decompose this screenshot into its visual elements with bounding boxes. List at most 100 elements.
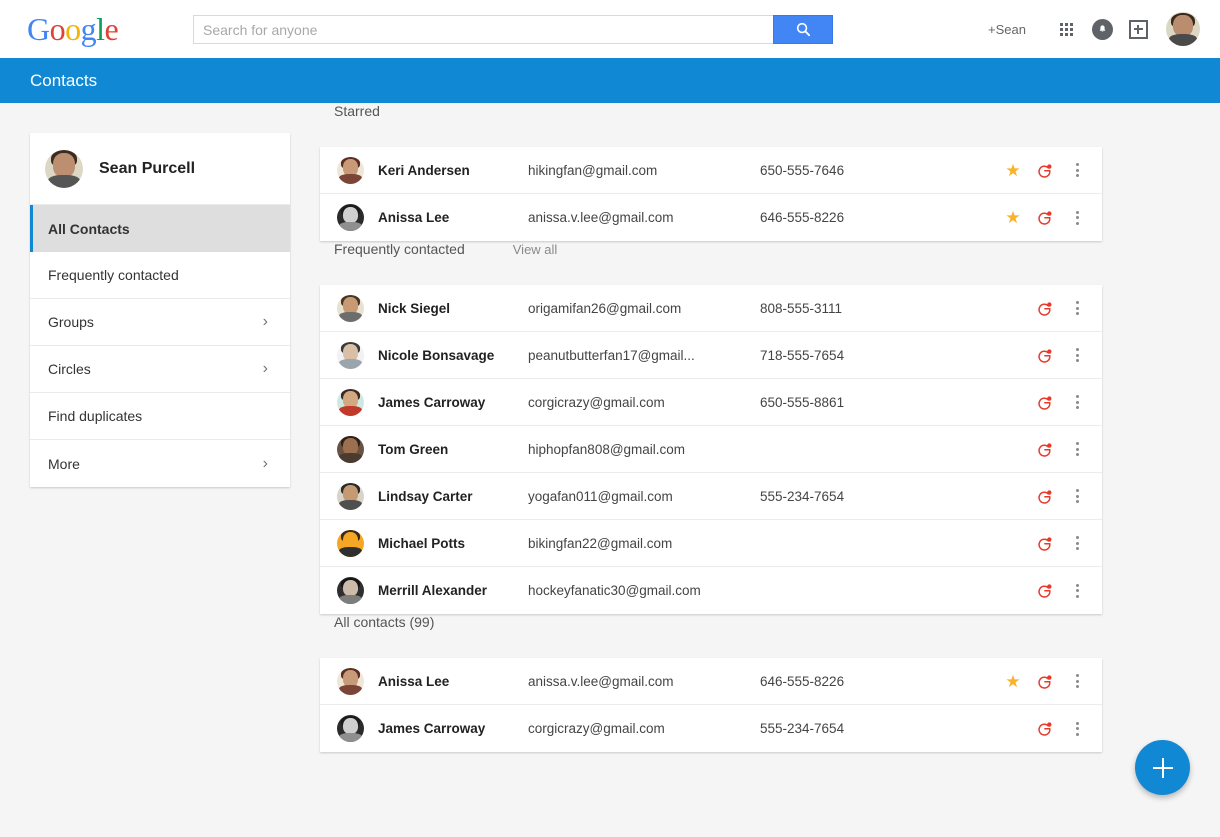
add-contact-fab[interactable]	[1135, 740, 1190, 795]
row-actions: ★	[1002, 207, 1088, 229]
contact-avatar	[337, 295, 364, 322]
row-actions: ★	[1002, 485, 1088, 507]
table-row[interactable]: Lindsay Carteryogafan011@gmail.com555-23…	[320, 473, 1102, 520]
table-row[interactable]: Michael Pottsbikingfan22@gmail.com★	[320, 520, 1102, 567]
contact-sections: StarredKeri Andersenhikingfan@gmail.com6…	[320, 103, 1110, 752]
chevron-right-icon: ›	[263, 361, 268, 377]
google-plus-button[interactable]	[1034, 297, 1056, 319]
contact-avatar	[337, 577, 364, 604]
plus-user-link[interactable]: +Sean	[988, 22, 1026, 37]
notifications-button[interactable]	[1084, 11, 1120, 47]
google-plus-icon	[1037, 673, 1054, 690]
contact-email: peanutbutterfan17@gmail...	[528, 348, 760, 363]
more-vert-icon	[1076, 301, 1079, 315]
more-options-button[interactable]	[1066, 297, 1088, 319]
contact-avatar	[337, 530, 364, 557]
section-header: Frequently contactedView all	[320, 241, 1110, 285]
google-plus-icon	[1037, 300, 1054, 317]
chevron-right-icon: ›	[263, 314, 268, 330]
star-button[interactable]: ★	[1002, 207, 1024, 229]
search-button[interactable]	[773, 15, 833, 44]
google-plus-button[interactable]	[1034, 670, 1056, 692]
google-plus-button[interactable]	[1034, 718, 1056, 740]
contact-phone: 646-555-8226	[760, 674, 940, 689]
contact-card: Anissa Leeanissa.v.lee@gmail.com646-555-…	[320, 658, 1102, 752]
more-options-button[interactable]	[1066, 159, 1088, 181]
google-plus-icon	[1037, 488, 1054, 505]
google-plus-button[interactable]	[1034, 485, 1056, 507]
more-vert-icon	[1076, 348, 1079, 362]
more-options-button[interactable]	[1066, 344, 1088, 366]
table-row[interactable]: Anissa Leeanissa.v.lee@gmail.com646-555-…	[320, 194, 1102, 241]
sidebar-item-label: More	[48, 456, 80, 472]
sidebar-item-label: All Contacts	[48, 221, 130, 237]
contact-avatar	[337, 204, 364, 231]
sidebar-item-find-duplicates[interactable]: Find duplicates	[30, 393, 290, 440]
more-vert-icon	[1076, 536, 1079, 550]
more-options-button[interactable]	[1066, 718, 1088, 740]
google-plus-button[interactable]	[1034, 580, 1056, 602]
google-plus-icon	[1037, 209, 1054, 226]
more-options-button[interactable]	[1066, 580, 1088, 602]
search-input[interactable]	[193, 15, 773, 44]
row-actions: ★	[1002, 438, 1088, 460]
sidebar-item-all-contacts[interactable]: All Contacts	[30, 205, 290, 252]
page-title: Contacts	[30, 71, 97, 91]
view-all-link[interactable]: View all	[513, 242, 558, 257]
sidebar-item-groups[interactable]: Groups ›	[30, 299, 290, 346]
table-row[interactable]: Merrill Alexanderhockeyfanatic30@gmail.c…	[320, 567, 1102, 614]
table-row[interactable]: James Carrowaycorgicrazy@gmail.com555-23…	[320, 705, 1102, 752]
share-button[interactable]	[1120, 11, 1156, 47]
header-actions: +Sean	[988, 0, 1200, 58]
google-plus-button[interactable]	[1034, 344, 1056, 366]
star-button[interactable]: ★	[1002, 670, 1024, 692]
table-row[interactable]: Nick Siegelorigamifan26@gmail.com808-555…	[320, 285, 1102, 332]
google-plus-button[interactable]	[1034, 438, 1056, 460]
google-logo[interactable]: Google	[27, 13, 118, 45]
profile-avatar	[45, 150, 83, 188]
sidebar-profile[interactable]: Sean Purcell	[30, 133, 290, 205]
table-row[interactable]: Keri Andersenhikingfan@gmail.com650-555-…	[320, 147, 1102, 194]
google-plus-button[interactable]	[1034, 207, 1056, 229]
contact-card: Nick Siegelorigamifan26@gmail.com808-555…	[320, 285, 1102, 614]
contact-card: Keri Andersenhikingfan@gmail.com650-555-…	[320, 147, 1102, 241]
contact-name: James Carroway	[378, 721, 528, 736]
google-plus-button[interactable]	[1034, 391, 1056, 413]
google-plus-icon	[1037, 162, 1054, 179]
contact-avatar	[337, 157, 364, 184]
star-button[interactable]: ★	[1002, 159, 1024, 181]
app-bar: Contacts	[0, 58, 1220, 103]
contact-name: James Carroway	[378, 395, 528, 410]
sidebar-item-more[interactable]: More ›	[30, 440, 290, 487]
table-row[interactable]: James Carrowaycorgicrazy@gmail.com650-55…	[320, 379, 1102, 426]
table-row[interactable]: Anissa Leeanissa.v.lee@gmail.com646-555-…	[320, 658, 1102, 705]
more-options-button[interactable]	[1066, 485, 1088, 507]
contact-email: corgicrazy@gmail.com	[528, 395, 760, 410]
contact-name: Keri Andersen	[378, 163, 528, 178]
sidebar-item-circles[interactable]: Circles ›	[30, 346, 290, 393]
contact-phone: 718-555-7654	[760, 348, 940, 363]
sidebar-item-label: Find duplicates	[48, 408, 142, 424]
contact-section: All contacts (99)Anissa Leeanissa.v.lee@…	[320, 614, 1110, 752]
sidebar-item-label: Circles	[48, 361, 91, 377]
search-bar	[193, 15, 833, 44]
more-options-button[interactable]	[1066, 532, 1088, 554]
google-plus-icon	[1037, 347, 1054, 364]
contact-phone: 650-555-7646	[760, 163, 940, 178]
sidebar-item-frequently-contacted[interactable]: Frequently contacted	[30, 252, 290, 299]
more-options-button[interactable]	[1066, 391, 1088, 413]
contact-section: StarredKeri Andersenhikingfan@gmail.com6…	[320, 103, 1110, 241]
more-options-button[interactable]	[1066, 670, 1088, 692]
apps-button[interactable]	[1048, 11, 1084, 47]
google-plus-button[interactable]	[1034, 532, 1056, 554]
more-options-button[interactable]	[1066, 438, 1088, 460]
row-actions: ★	[1002, 670, 1088, 692]
contact-name: Lindsay Carter	[378, 489, 528, 504]
contact-phone: 555-234-7654	[760, 721, 940, 736]
more-options-button[interactable]	[1066, 207, 1088, 229]
google-plus-button[interactable]	[1034, 159, 1056, 181]
table-row[interactable]: Tom Greenhiphopfan808@gmail.com★	[320, 426, 1102, 473]
table-row[interactable]: Nicole Bonsavagepeanutbutterfan17@gmail.…	[320, 332, 1102, 379]
top-header: Google +Sean	[0, 0, 1220, 58]
avatar[interactable]	[1166, 12, 1200, 46]
